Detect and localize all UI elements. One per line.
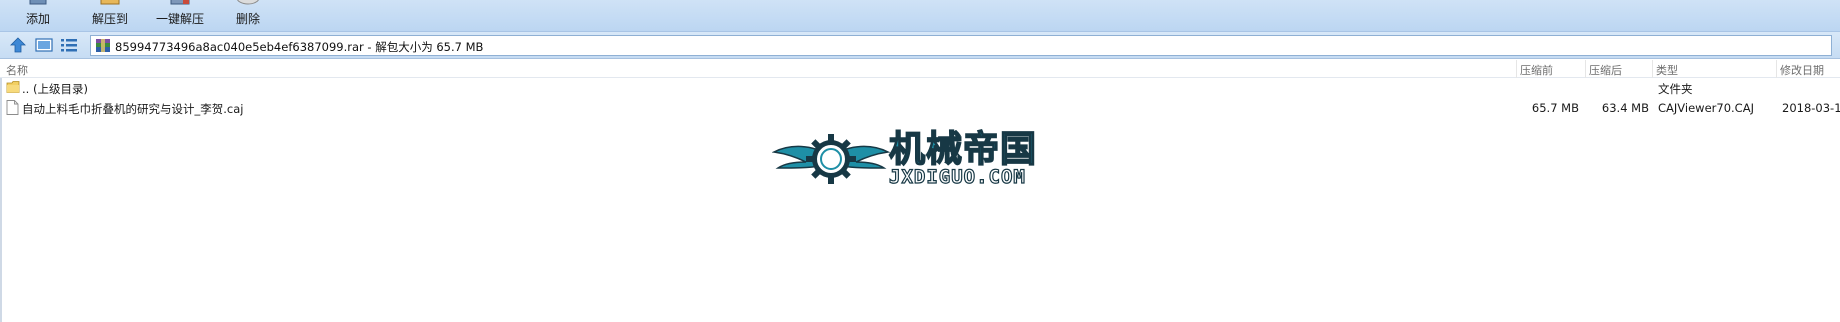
rar-archive-icon <box>96 39 110 52</box>
delete-label: 删除 <box>235 12 260 26</box>
gear-wings-emblem-icon <box>772 134 890 184</box>
column-divider[interactable] <box>1776 60 1777 78</box>
file-name: 自动上料毛巾折叠机的研究与设计_李贺.caj <box>22 102 244 116</box>
watermark-logo: 机械帝国 JXDIGUO.COM <box>772 126 1072 196</box>
list-item-parent-dir[interactable]: .. (上级目录) 文件夹 <box>0 79 1840 98</box>
toolbar: 添加 解压到 一键解压 删除 <box>0 0 1840 32</box>
column-divider[interactable] <box>1652 60 1653 78</box>
extract-to-label: 解压到 <box>91 12 128 26</box>
file-type: CAJViewer70.CAJ <box>1658 101 1754 115</box>
delete-icon <box>237 0 259 5</box>
add-icon <box>29 0 47 5</box>
column-header: 名称 压缩前 压缩后 类型 修改日期 <box>0 60 1840 78</box>
list-item-file[interactable]: 自动上料毛巾折叠机的研究与设计_李贺.caj 65.7 MB 63.4 MB C… <box>0 99 1840 118</box>
modified-date: 2018-03-1 <box>1782 101 1840 115</box>
extract-to-button[interactable]: 解压到 <box>84 0 136 28</box>
one-click-extract-button[interactable]: 一键解压 <box>150 0 210 28</box>
column-name[interactable]: 名称 <box>6 62 28 78</box>
file-icon <box>6 100 19 115</box>
address-bar-row: 85994773496a8ac040e5eb4ef6387099.rar - 解… <box>0 32 1840 59</box>
column-divider[interactable] <box>1516 60 1517 78</box>
folder-icon <box>6 81 20 93</box>
packed-size: 65.7 MB <box>1531 101 1579 115</box>
list-view-icon[interactable] <box>59 36 79 54</box>
up-arrow-icon[interactable] <box>8 36 28 54</box>
archive-path: 85994773496a8ac040e5eb4ef6387099.rar - 解… <box>115 40 484 54</box>
column-type[interactable]: 类型 <box>1656 62 1678 78</box>
add-button[interactable]: 添加 <box>18 0 58 28</box>
column-modified[interactable]: 修改日期 <box>1780 62 1824 78</box>
address-field[interactable]: 85994773496a8ac040e5eb4ef6387099.rar - 解… <box>90 35 1832 56</box>
one-click-extract-icon <box>170 0 190 5</box>
column-unpacked[interactable]: 压缩后 <box>1589 62 1622 78</box>
watermark-title: 机械帝国 <box>888 128 1038 171</box>
column-divider[interactable] <box>1585 60 1586 78</box>
file-type: 文件夹 <box>1658 82 1693 96</box>
thumbnail-view-icon[interactable] <box>34 36 54 54</box>
extract-icon <box>100 0 120 5</box>
window-left-border <box>0 78 2 322</box>
one-click-extract-label: 一键解压 <box>155 12 204 26</box>
delete-button[interactable]: 删除 <box>228 0 268 28</box>
add-label: 添加 <box>25 12 50 26</box>
watermark-subtitle: JXDIGUO.COM <box>888 165 1026 188</box>
file-name: .. (上级目录) <box>22 82 88 96</box>
unpacked-size: 63.4 MB <box>1601 101 1649 115</box>
column-packed[interactable]: 压缩前 <box>1520 62 1553 78</box>
